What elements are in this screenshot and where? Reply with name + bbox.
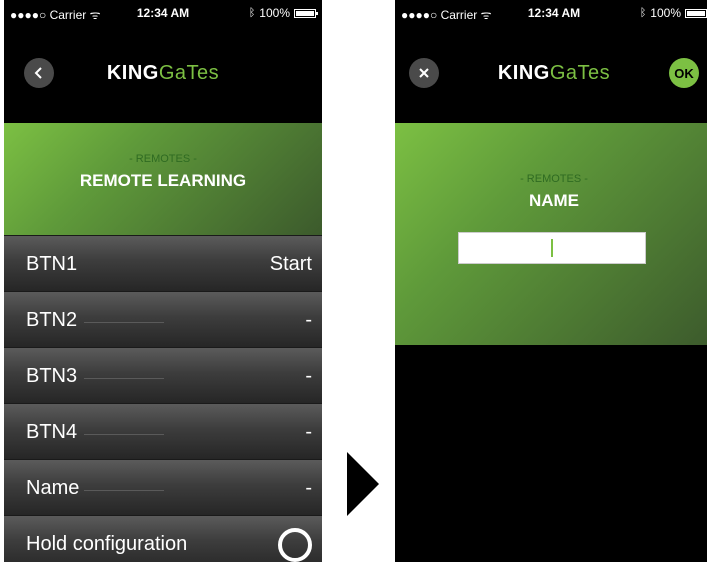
list-item-hold-configuration: Hold configuration (4, 515, 322, 562)
page-title: REMOTE LEARNING (79, 171, 247, 190)
kinggates-logo: KINGGaTes (4, 62, 322, 85)
next-arrow-icon (347, 452, 379, 516)
row-label: BTN2 (26, 309, 78, 331)
logo-gates: GaTes (549, 62, 611, 84)
hero-subtitle: - REMOTES - (129, 153, 197, 165)
logo-king: KING (497, 62, 550, 84)
row-value: - (305, 309, 312, 331)
kinggates-logo: KINGGaTes (395, 62, 707, 85)
battery-icon (294, 8, 318, 18)
hero-subtitle: - REMOTES - (520, 173, 588, 185)
status-bar: ●●●●○ Carrier ᯤ 12:34 AM ᛒ 100% (4, 0, 322, 24)
row-value: Start (269, 253, 312, 275)
phone-screen-name-edit: ●●●●○ Carrier ᯤ 12:34 AM ᛒ 100% KINGGaTe… (395, 0, 707, 562)
row-label: Name (26, 477, 80, 499)
divider (84, 378, 164, 379)
row-value: - (305, 421, 312, 443)
row-value: - (305, 477, 312, 499)
hero-banner: - REMOTES - REMOTE LEARNING (4, 123, 322, 235)
status-right: ᛒ 100% (640, 6, 707, 20)
bluetooth-icon: ᛒ (639, 7, 647, 19)
row-label: Hold configuration (26, 533, 188, 555)
bluetooth-icon: ᛒ (248, 7, 256, 19)
ok-button[interactable]: OK (669, 58, 699, 88)
phone-screen-remote-learning: ●●●●○ Carrier ᯤ 12:34 AM ᛒ 100% KINGGaTe… (4, 0, 322, 562)
row-label: BTN1 (26, 253, 78, 275)
status-right: ᛒ 100% (248, 6, 318, 20)
battery-icon (685, 8, 707, 18)
list-item-name[interactable]: Name - (4, 459, 322, 515)
logo-king: KING (106, 62, 159, 84)
field-title: NAME (528, 191, 580, 210)
list-item-btn4[interactable]: BTN4 - (4, 403, 322, 459)
button-list: BTN1 Start BTN2 - BTN3 - BTN4 - Name - H… (4, 235, 322, 562)
battery-percent: 100% (650, 6, 681, 20)
divider (84, 490, 164, 491)
text-caret (551, 239, 553, 257)
row-label: BTN3 (26, 365, 78, 387)
row-value: - (305, 365, 312, 387)
divider (84, 434, 164, 435)
divider (84, 322, 164, 323)
nav-bar: KINGGaTes OK (395, 50, 707, 94)
name-input[interactable] (458, 232, 646, 264)
list-item-btn3[interactable]: BTN3 - (4, 347, 322, 403)
list-item-btn2[interactable]: BTN2 - (4, 291, 322, 347)
hold-configuration-toggle[interactable] (278, 528, 312, 562)
battery-percent: 100% (259, 6, 290, 20)
list-item-btn1[interactable]: BTN1 Start (4, 235, 322, 291)
logo-gates: GaTes (158, 62, 220, 84)
row-label: BTN4 (26, 421, 78, 443)
hero-banner: - REMOTES - NAME (395, 123, 707, 345)
status-bar: ●●●●○ Carrier ᯤ 12:34 AM ᛒ 100% (395, 0, 707, 24)
nav-bar: KINGGaTes (4, 50, 322, 94)
